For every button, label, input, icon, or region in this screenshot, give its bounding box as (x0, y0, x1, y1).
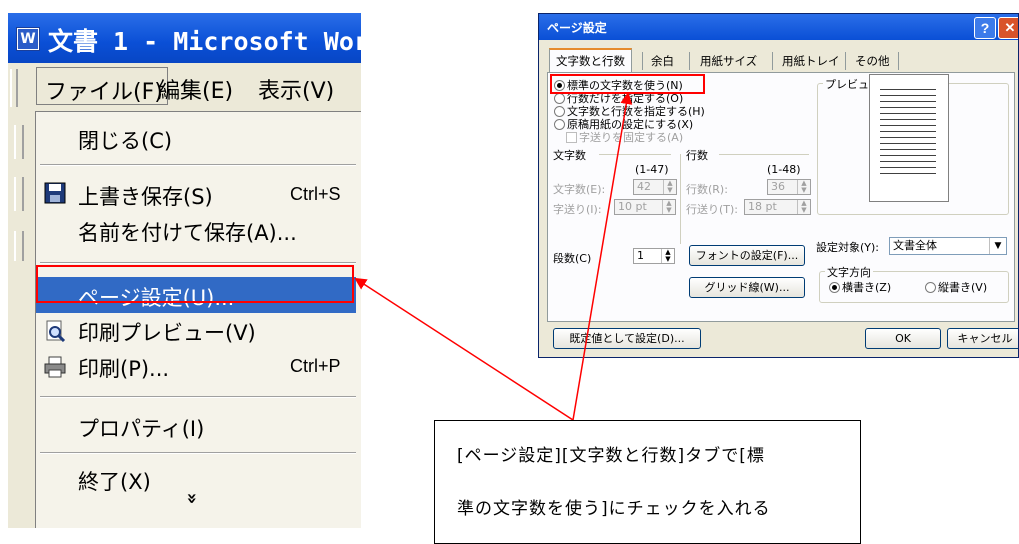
arrow-to-menu-item (354, 277, 574, 421)
callout-line-2: 準の文字数を使う]にチェックを入れる (457, 499, 771, 519)
instruction-callout: [ページ設定][文字数と行数]タブで[標 準の文字数を使う]にチェックを入れる (434, 420, 861, 544)
callout-line-1: [ページ設定][文字数と行数]タブで[標 (457, 446, 765, 466)
arrow-to-dialog-option (572, 92, 633, 421)
